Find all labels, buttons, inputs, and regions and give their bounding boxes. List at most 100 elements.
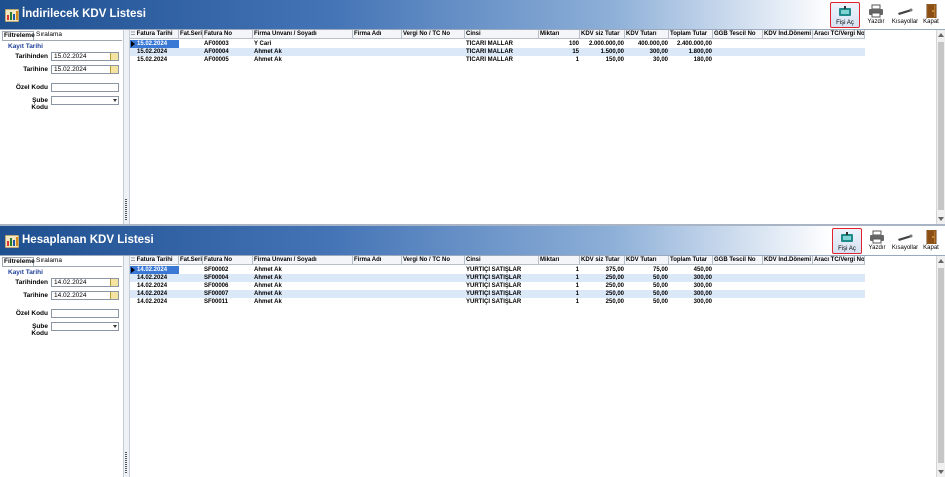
column-header[interactable]: Miktarı bbox=[539, 256, 580, 265]
table-cell[interactable]: 1 bbox=[539, 298, 580, 306]
table-cell[interactable]: TİCARİ MALLAR bbox=[465, 56, 539, 64]
table-cell[interactable]: 1 bbox=[539, 266, 580, 274]
table-cell[interactable] bbox=[763, 40, 813, 48]
table-cell[interactable]: 300,00 bbox=[669, 298, 713, 306]
table-cell[interactable]: 300,00 bbox=[625, 48, 669, 56]
table-cell[interactable]: TİCARİ MALLAR bbox=[465, 48, 539, 56]
table-cell[interactable] bbox=[353, 290, 402, 298]
column-header[interactable]: Firma Adı bbox=[353, 256, 402, 265]
table-cell[interactable] bbox=[353, 266, 402, 274]
column-header[interactable]: KDV Tutarı bbox=[625, 30, 669, 39]
calendar-icon[interactable] bbox=[110, 53, 118, 60]
table-cell[interactable] bbox=[713, 48, 763, 56]
table-cell[interactable]: 450,00 bbox=[669, 266, 713, 274]
yazdir-button[interactable]: Yazdır bbox=[862, 228, 892, 254]
table-cell[interactable] bbox=[402, 40, 465, 48]
table-cell[interactable] bbox=[179, 40, 203, 48]
table-cell[interactable] bbox=[713, 290, 763, 298]
table-cell[interactable] bbox=[402, 266, 465, 274]
table-cell[interactable] bbox=[813, 40, 865, 48]
table-cell[interactable] bbox=[813, 282, 865, 290]
table-row[interactable]: 15.02.2024 AF00005 Ahmet Ak TİCARİ MALLAR 1 1… bbox=[130, 56, 865, 64]
table-cell[interactable]: 14.02.2024 bbox=[130, 282, 179, 290]
column-header[interactable]: Miktarı bbox=[539, 30, 580, 39]
ozel-kodu-input[interactable] bbox=[51, 309, 119, 318]
table-cell[interactable] bbox=[763, 56, 813, 64]
table-cell[interactable] bbox=[813, 290, 865, 298]
table-cell[interactable] bbox=[179, 290, 203, 298]
table-cell[interactable]: 15.02.2024 bbox=[130, 56, 179, 64]
column-header[interactable]: Toplam Tutar bbox=[669, 256, 713, 265]
calendar-icon[interactable] bbox=[110, 66, 118, 73]
tab-filtreleme[interactable]: Filtreleme bbox=[2, 31, 35, 40]
table-cell[interactable]: 1 bbox=[539, 290, 580, 298]
table-cell[interactable]: Ahmet Ak bbox=[253, 282, 353, 290]
table-cell[interactable] bbox=[713, 266, 763, 274]
table-cell[interactable] bbox=[813, 266, 865, 274]
table-cell[interactable] bbox=[713, 274, 763, 282]
table-cell[interactable] bbox=[763, 274, 813, 282]
scroll-thumb[interactable] bbox=[938, 268, 944, 463]
table-cell[interactable] bbox=[402, 48, 465, 56]
column-header[interactable]: Aracı TC/Vergi No bbox=[813, 256, 865, 265]
table-row[interactable]: 14.02.2024 SF00002 Ahmet Ak YURTİÇİ SATIŞLA… bbox=[130, 266, 865, 274]
table-cell[interactable] bbox=[763, 48, 813, 56]
table-cell[interactable] bbox=[713, 40, 763, 48]
column-header[interactable]: KDV İnd.Dönemi bbox=[763, 30, 813, 39]
table-cell[interactable] bbox=[713, 282, 763, 290]
kisayollar-button[interactable]: Kısayollar bbox=[890, 228, 920, 254]
table-cell[interactable] bbox=[763, 282, 813, 290]
column-header[interactable]: :: Fatura Tarihi bbox=[130, 30, 179, 39]
table-cell[interactable] bbox=[813, 48, 865, 56]
ozel-kodu-input[interactable] bbox=[51, 83, 119, 92]
table-cell[interactable] bbox=[353, 48, 402, 56]
table-cell[interactable]: SF00002 bbox=[203, 266, 253, 274]
table-cell[interactable]: 15 bbox=[539, 48, 580, 56]
table-cell[interactable]: YURTİÇİ SATIŞLAR bbox=[465, 266, 539, 274]
table-cell[interactable] bbox=[402, 290, 465, 298]
table-cell[interactable] bbox=[763, 266, 813, 274]
calendar-icon[interactable] bbox=[110, 279, 118, 286]
table-cell[interactable]: 15.02.2024 bbox=[130, 48, 179, 56]
table-cell[interactable]: Ahmet Ak bbox=[253, 48, 353, 56]
table-cell[interactable]: 1.500,00 bbox=[580, 48, 625, 56]
table-cell[interactable] bbox=[813, 298, 865, 306]
column-header[interactable]: Cinsi bbox=[465, 256, 539, 265]
table-cell[interactable]: 100 bbox=[539, 40, 580, 48]
table-cell[interactable]: 15.02.2024 bbox=[130, 40, 179, 48]
table-cell[interactable] bbox=[813, 56, 865, 64]
table-cell[interactable]: 375,00 bbox=[580, 266, 625, 274]
column-header[interactable]: Fat.Seri bbox=[179, 256, 203, 265]
table-cell[interactable]: 250,00 bbox=[580, 282, 625, 290]
kisayollar-button[interactable]: Kısayollar bbox=[890, 2, 920, 28]
table-cell[interactable]: 1 bbox=[539, 56, 580, 64]
table-cell[interactable]: 14.02.2024 bbox=[130, 290, 179, 298]
table-cell[interactable]: 300,00 bbox=[669, 290, 713, 298]
table-cell[interactable]: SF00004 bbox=[203, 274, 253, 282]
table-cell[interactable]: SF00007 bbox=[203, 290, 253, 298]
table-cell[interactable]: 14.02.2024 bbox=[130, 266, 179, 274]
column-header[interactable]: Aracı TC/Vergi No bbox=[813, 30, 865, 39]
column-header[interactable]: KDV İnd.Dönemi bbox=[763, 256, 813, 265]
table-cell[interactable]: 14.02.2024 bbox=[130, 298, 179, 306]
table-cell[interactable]: Ahmet Ak bbox=[253, 290, 353, 298]
table-cell[interactable]: AF00005 bbox=[203, 56, 253, 64]
tarihine-input[interactable]: 15.02.2024 bbox=[51, 65, 119, 74]
vertical-scrollbar[interactable] bbox=[936, 256, 945, 477]
tab-siralama[interactable]: Sıralama bbox=[35, 257, 65, 266]
table-cell[interactable] bbox=[402, 56, 465, 64]
column-header[interactable]: GGB Tescil No bbox=[713, 256, 763, 265]
column-header[interactable]: KDV siz Tutar bbox=[580, 30, 625, 39]
table-cell[interactable] bbox=[179, 274, 203, 282]
table-cell[interactable]: 2.400.000,00 bbox=[669, 40, 713, 48]
table-cell[interactable] bbox=[763, 298, 813, 306]
table-cell[interactable]: YURTİÇİ SATIŞLAR bbox=[465, 282, 539, 290]
table-cell[interactable]: SF00006 bbox=[203, 282, 253, 290]
table-cell[interactable] bbox=[179, 266, 203, 274]
scroll-down-icon[interactable] bbox=[938, 217, 944, 221]
scroll-up-icon[interactable] bbox=[938, 33, 944, 37]
kapat-button[interactable]: Kapat bbox=[918, 228, 944, 254]
table-cell[interactable]: 75,00 bbox=[625, 266, 669, 274]
tab-filtreleme[interactable]: Filtreleme bbox=[2, 257, 35, 266]
table-cell[interactable] bbox=[402, 274, 465, 282]
